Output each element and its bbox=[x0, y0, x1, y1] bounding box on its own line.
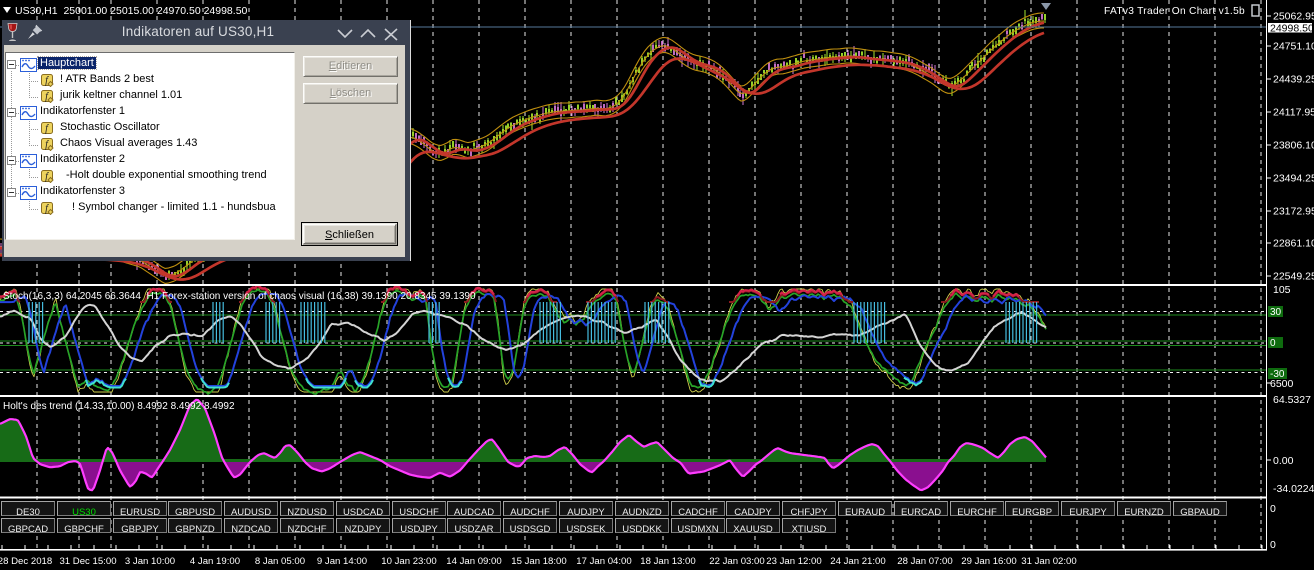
svg-text:24117.95: 24117.95 bbox=[1273, 107, 1314, 119]
svg-text:23494.25: 23494.25 bbox=[1273, 173, 1314, 185]
svg-text:31 Jan 02:00: 31 Jan 02:00 bbox=[1021, 556, 1076, 567]
svg-text:31 Dec 15:00: 31 Dec 15:00 bbox=[59, 556, 116, 567]
svg-text:22 Jan 03:00: 22 Jan 03:00 bbox=[709, 556, 764, 567]
svg-text:Stoch(16,3,3) 64.2045 66.3644: Stoch(16,3,3) 64.2045 66.3644 H1 Forex-s… bbox=[3, 291, 476, 302]
svg-text:Holt's des trend (14.33,10.00): Holt's des trend (14.33,10.00) 8.4992 8.… bbox=[3, 401, 235, 412]
svg-text:0.00: 0.00 bbox=[1273, 455, 1294, 467]
svg-text:105: 105 bbox=[1273, 284, 1291, 296]
svg-text:3 Jan 10:00: 3 Jan 10:00 bbox=[125, 556, 175, 567]
svg-text:28 Dec 2018: 28 Dec 2018 bbox=[0, 556, 52, 567]
svg-text:30: 30 bbox=[1270, 307, 1282, 318]
svg-text:24998.50: 24998.50 bbox=[1270, 22, 1314, 34]
svg-text:-34.0224: -34.0224 bbox=[1273, 483, 1314, 495]
svg-text:0: 0 bbox=[1270, 503, 1276, 515]
svg-text:0: 0 bbox=[1270, 338, 1276, 349]
svg-text:64.5327: 64.5327 bbox=[1273, 394, 1311, 406]
svg-text:22549.25: 22549.25 bbox=[1273, 271, 1314, 283]
svg-text:18 Jan 13:00: 18 Jan 13:00 bbox=[640, 556, 695, 567]
svg-text:FATv3 Trader On Chart v1.5b: FATv3 Trader On Chart v1.5b bbox=[1104, 6, 1245, 17]
svg-text:24 Jan 21:00: 24 Jan 21:00 bbox=[830, 556, 885, 567]
svg-text:8 Jan 05:00: 8 Jan 05:00 bbox=[255, 556, 305, 567]
svg-text:4 Jan 19:00: 4 Jan 19:00 bbox=[190, 556, 240, 567]
svg-text:24751.10: 24751.10 bbox=[1273, 41, 1314, 53]
svg-text:14 Jan 09:00: 14 Jan 09:00 bbox=[446, 556, 501, 567]
svg-text:23806.10: 23806.10 bbox=[1273, 140, 1314, 152]
svg-text:6500: 6500 bbox=[1270, 378, 1294, 390]
svg-text:29 Jan 16:00: 29 Jan 16:00 bbox=[961, 556, 1016, 567]
svg-text:15 Jan 18:00: 15 Jan 18:00 bbox=[511, 556, 566, 567]
svg-text:22861.10: 22861.10 bbox=[1273, 238, 1314, 250]
svg-text:23172.95: 23172.95 bbox=[1273, 206, 1314, 218]
svg-text:10 Jan 23:00: 10 Jan 23:00 bbox=[381, 556, 436, 567]
svg-text:17 Jan 04:00: 17 Jan 04:00 bbox=[576, 556, 631, 567]
svg-text:28 Jan 07:00: 28 Jan 07:00 bbox=[897, 556, 952, 567]
svg-text:0: 0 bbox=[1270, 539, 1276, 551]
svg-text:US30,H1 25001.00 25015.00 249: US30,H1 25001.00 25015.00 24970.50 24998… bbox=[15, 5, 248, 17]
svg-text:9 Jan 14:00: 9 Jan 14:00 bbox=[317, 556, 367, 567]
svg-text:23 Jan 12:00: 23 Jan 12:00 bbox=[766, 556, 821, 567]
svg-text:24439.25: 24439.25 bbox=[1273, 74, 1314, 86]
svg-text:25062.95: 25062.95 bbox=[1273, 11, 1314, 23]
